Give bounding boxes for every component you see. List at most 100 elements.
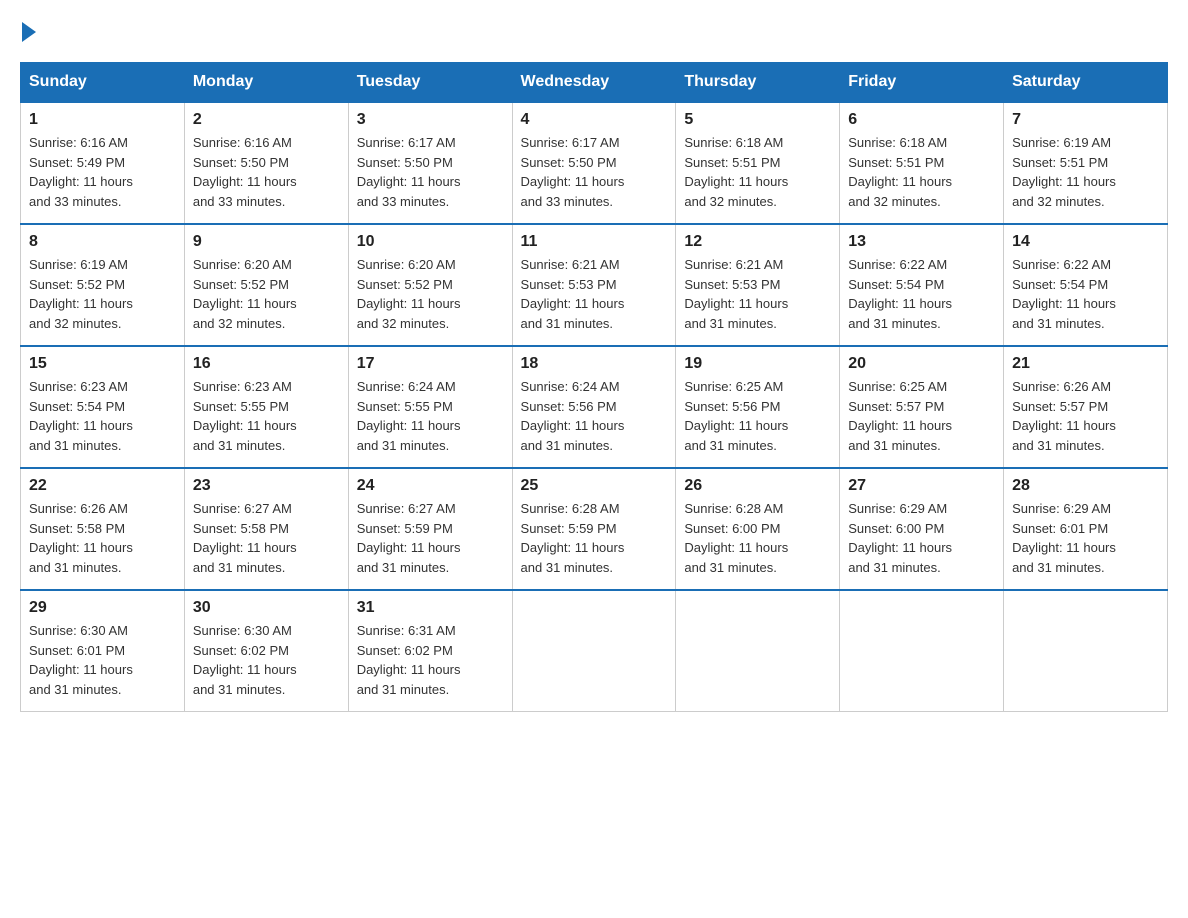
day-number: 8 [29,233,176,251]
day-cell: 1 Sunrise: 6:16 AMSunset: 5:49 PMDaylight… [21,102,185,224]
day-cell [840,590,1004,712]
week-row-5: 29Sunrise: 6:30 AMSunset: 6:01 PMDayligh… [21,590,1168,712]
day-cell: 23 Sunrise: 6:27 AMSunset: 5:58 PMDayligh… [184,468,348,590]
day-info: Sunrise: 6:26 AMSunset: 5:57 PMDaylight:… [1012,377,1159,455]
day-info: Sunrise: 6:23 AMSunset: 5:55 PMDaylight:… [193,377,340,455]
day-info: Sunrise: 6:22 AMSunset: 5:54 PMDaylight:… [848,255,995,333]
day-info: Sunrise: 6:19 AMSunset: 5:51 PMDaylight:… [1012,133,1159,211]
day-number: 28 [1012,477,1159,495]
day-cell: 17 Sunrise: 6:24 AMSunset: 5:55 PMDayligh… [348,346,512,468]
day-cell: 14 Sunrise: 6:22 AMSunset: 5:54 PMDayligh… [1004,224,1168,346]
week-row-1: 1 Sunrise: 6:16 AMSunset: 5:49 PMDaylight… [21,102,1168,224]
header-cell-saturday: Saturday [1004,63,1168,103]
day-cell: 13Sunrise: 6:22 AMSunset: 5:54 PMDayligh… [840,224,1004,346]
day-number: 18 [521,355,668,373]
day-cell: 30Sunrise: 6:30 AMSunset: 6:02 PMDayligh… [184,590,348,712]
day-info: Sunrise: 6:18 AMSunset: 5:51 PMDaylight:… [684,133,831,211]
day-info: Sunrise: 6:23 AMSunset: 5:54 PMDaylight:… [29,377,176,455]
day-number: 25 [521,477,668,495]
day-info: Sunrise: 6:16 AMSunset: 5:50 PMDaylight:… [193,133,340,211]
day-info: Sunrise: 6:18 AMSunset: 5:51 PMDaylight:… [848,133,995,211]
logo [20,20,36,42]
day-number: 10 [357,233,504,251]
day-info: Sunrise: 6:28 AMSunset: 5:59 PMDaylight:… [521,499,668,577]
day-number: 31 [357,599,504,617]
day-info: Sunrise: 6:29 AMSunset: 6:00 PMDaylight:… [848,499,995,577]
day-cell [512,590,676,712]
day-info: Sunrise: 6:31 AMSunset: 6:02 PMDaylight:… [357,621,504,699]
day-cell: 16 Sunrise: 6:23 AMSunset: 5:55 PMDayligh… [184,346,348,468]
day-number: 14 [1012,233,1159,251]
day-info: Sunrise: 6:27 AMSunset: 5:58 PMDaylight:… [193,499,340,577]
day-cell: 5 Sunrise: 6:18 AMSunset: 5:51 PMDaylight… [676,102,840,224]
day-cell: 29Sunrise: 6:30 AMSunset: 6:01 PMDayligh… [21,590,185,712]
day-info: Sunrise: 6:28 AMSunset: 6:00 PMDaylight:… [684,499,831,577]
logo-arrow-icon [22,22,36,42]
header-cell-thursday: Thursday [676,63,840,103]
day-info: Sunrise: 6:30 AMSunset: 6:02 PMDaylight:… [193,621,340,699]
day-info: Sunrise: 6:19 AMSunset: 5:52 PMDaylight:… [29,255,176,333]
header-cell-sunday: Sunday [21,63,185,103]
day-cell: 15 Sunrise: 6:23 AMSunset: 5:54 PMDayligh… [21,346,185,468]
day-number: 19 [684,355,831,373]
day-cell: 22Sunrise: 6:26 AMSunset: 5:58 PMDayligh… [21,468,185,590]
day-cell: 10 Sunrise: 6:20 AMSunset: 5:52 PMDayligh… [348,224,512,346]
day-cell: 6 Sunrise: 6:18 AMSunset: 5:51 PMDaylight… [840,102,1004,224]
day-info: Sunrise: 6:24 AMSunset: 5:56 PMDaylight:… [521,377,668,455]
day-number: 12 [684,233,831,251]
calendar-header: SundayMondayTuesdayWednesdayThursdayFrid… [21,63,1168,103]
day-number: 16 [193,355,340,373]
calendar-table: SundayMondayTuesdayWednesdayThursdayFrid… [20,62,1168,712]
day-cell: 25 Sunrise: 6:28 AMSunset: 5:59 PMDayligh… [512,468,676,590]
day-cell: 20 Sunrise: 6:25 AMSunset: 5:57 PMDayligh… [840,346,1004,468]
day-cell: 9Sunrise: 6:20 AMSunset: 5:52 PMDaylight… [184,224,348,346]
day-cell: 11Sunrise: 6:21 AMSunset: 5:53 PMDayligh… [512,224,676,346]
day-number: 3 [357,111,504,129]
day-cell: 26 Sunrise: 6:28 AMSunset: 6:00 PMDayligh… [676,468,840,590]
day-info: Sunrise: 6:17 AMSunset: 5:50 PMDaylight:… [521,133,668,211]
week-row-2: 8 Sunrise: 6:19 AMSunset: 5:52 PMDaylight… [21,224,1168,346]
day-cell: 7 Sunrise: 6:19 AMSunset: 5:51 PMDaylight… [1004,102,1168,224]
day-info: Sunrise: 6:24 AMSunset: 5:55 PMDaylight:… [357,377,504,455]
day-cell: 3 Sunrise: 6:17 AMSunset: 5:50 PMDaylight… [348,102,512,224]
header-row: SundayMondayTuesdayWednesdayThursdayFrid… [21,63,1168,103]
day-number: 29 [29,599,176,617]
header-cell-monday: Monday [184,63,348,103]
day-number: 4 [521,111,668,129]
day-cell: 24Sunrise: 6:27 AMSunset: 5:59 PMDayligh… [348,468,512,590]
day-number: 24 [357,477,504,495]
day-cell: 4 Sunrise: 6:17 AMSunset: 5:50 PMDaylight… [512,102,676,224]
page-header [20,20,1168,42]
day-number: 17 [357,355,504,373]
header-cell-tuesday: Tuesday [348,63,512,103]
day-number: 22 [29,477,176,495]
day-cell [1004,590,1168,712]
day-number: 26 [684,477,831,495]
day-number: 1 [29,111,176,129]
week-row-3: 15 Sunrise: 6:23 AMSunset: 5:54 PMDayligh… [21,346,1168,468]
day-info: Sunrise: 6:20 AMSunset: 5:52 PMDaylight:… [357,255,504,333]
day-cell: 28Sunrise: 6:29 AMSunset: 6:01 PMDayligh… [1004,468,1168,590]
calendar-body: 1 Sunrise: 6:16 AMSunset: 5:49 PMDaylight… [21,102,1168,712]
day-cell: 21 Sunrise: 6:26 AMSunset: 5:57 PMDayligh… [1004,346,1168,468]
day-number: 23 [193,477,340,495]
day-info: Sunrise: 6:16 AMSunset: 5:49 PMDaylight:… [29,133,176,211]
day-info: Sunrise: 6:22 AMSunset: 5:54 PMDaylight:… [1012,255,1159,333]
day-number: 21 [1012,355,1159,373]
day-number: 5 [684,111,831,129]
header-cell-wednesday: Wednesday [512,63,676,103]
day-number: 20 [848,355,995,373]
day-cell: 18 Sunrise: 6:24 AMSunset: 5:56 PMDayligh… [512,346,676,468]
day-number: 2 [193,111,340,129]
day-cell: 27Sunrise: 6:29 AMSunset: 6:00 PMDayligh… [840,468,1004,590]
day-info: Sunrise: 6:20 AMSunset: 5:52 PMDaylight:… [193,255,340,333]
day-info: Sunrise: 6:25 AMSunset: 5:57 PMDaylight:… [848,377,995,455]
day-cell: 19 Sunrise: 6:25 AMSunset: 5:56 PMDayligh… [676,346,840,468]
day-cell: 2 Sunrise: 6:16 AMSunset: 5:50 PMDaylight… [184,102,348,224]
day-number: 6 [848,111,995,129]
day-number: 15 [29,355,176,373]
day-info: Sunrise: 6:21 AMSunset: 5:53 PMDaylight:… [521,255,668,333]
day-number: 7 [1012,111,1159,129]
day-info: Sunrise: 6:17 AMSunset: 5:50 PMDaylight:… [357,133,504,211]
day-info: Sunrise: 6:25 AMSunset: 5:56 PMDaylight:… [684,377,831,455]
